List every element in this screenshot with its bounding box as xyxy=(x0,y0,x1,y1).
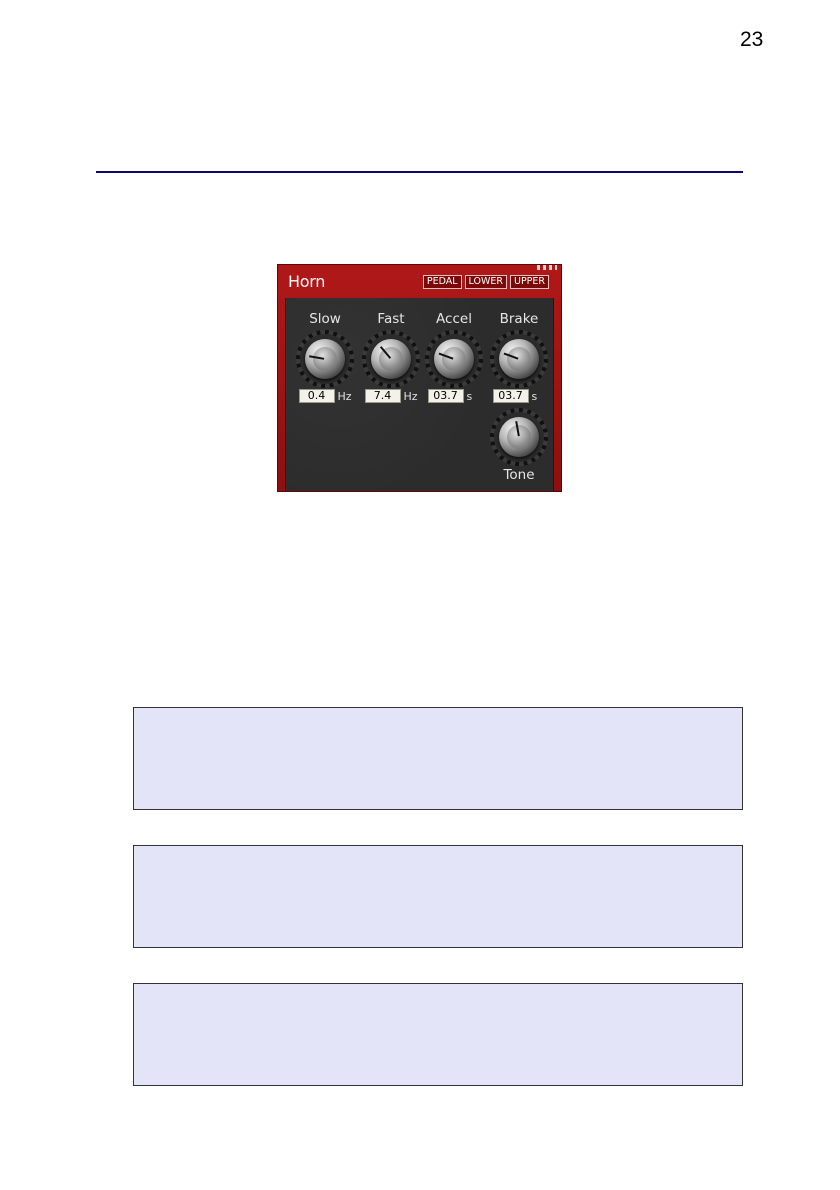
value-field-brake[interactable]: 03.7 xyxy=(492,389,529,403)
knob-scale xyxy=(296,330,354,388)
knob-label-slow: Slow xyxy=(309,311,341,327)
knob-brake[interactable] xyxy=(499,339,539,379)
panel-title: Horn xyxy=(288,272,326,291)
knob-group-slow: Slow 0.4 Hz xyxy=(290,310,360,403)
knob-accel[interactable] xyxy=(434,339,474,379)
panel-body: Slow 0.4 Hz Fast 7.4 Hz Accel 03.7 s Bra… xyxy=(285,298,554,491)
value-field-accel[interactable]: 03.7 xyxy=(427,389,464,403)
panel-grip-icon[interactable] xyxy=(537,265,557,270)
tab-lower[interactable]: LOWER xyxy=(464,275,507,289)
header-rule xyxy=(96,171,743,173)
unit-label-accel: s xyxy=(466,389,473,403)
knob-label-fast: Fast xyxy=(377,311,405,327)
value-field-slow[interactable]: 0.4 xyxy=(298,389,335,403)
horn-panel: Horn PEDAL LOWER UPPER Slow 0.4 Hz Fast xyxy=(277,264,562,492)
knob-scale xyxy=(362,330,420,388)
knob-label-brake: Brake xyxy=(499,311,539,327)
knob-slow[interactable] xyxy=(305,339,345,379)
knob-cap xyxy=(442,347,466,371)
knob-group-tone: Tone xyxy=(484,406,554,484)
knob-group-fast: Fast 7.4 Hz xyxy=(356,310,426,403)
knob-cap xyxy=(507,347,531,371)
knob-tone[interactable] xyxy=(499,417,539,457)
knob-fast[interactable] xyxy=(371,339,411,379)
unit-label-brake: s xyxy=(531,389,538,403)
keyboard-tabs: PEDAL LOWER UPPER xyxy=(422,275,549,289)
note-box xyxy=(133,983,743,1086)
tab-upper[interactable]: UPPER xyxy=(509,275,549,289)
knob-scale xyxy=(425,330,483,388)
knob-cap xyxy=(313,347,337,371)
value-field-fast[interactable]: 7.4 xyxy=(364,389,401,403)
tab-pedal[interactable]: PEDAL xyxy=(422,275,462,289)
note-box xyxy=(133,845,743,948)
knob-cap xyxy=(507,425,531,449)
knob-group-accel: Accel 03.7 s xyxy=(419,310,489,403)
unit-label-fast: Hz xyxy=(403,389,418,403)
knob-group-brake: Brake 03.7 s xyxy=(484,310,554,403)
unit-label-slow: Hz xyxy=(337,389,352,403)
note-box xyxy=(133,707,743,810)
knob-label-tone: Tone xyxy=(503,467,535,483)
knob-scale xyxy=(490,408,548,466)
knob-label-accel: Accel xyxy=(436,311,472,327)
page-number: 23 xyxy=(740,28,764,51)
knob-scale xyxy=(490,330,548,388)
